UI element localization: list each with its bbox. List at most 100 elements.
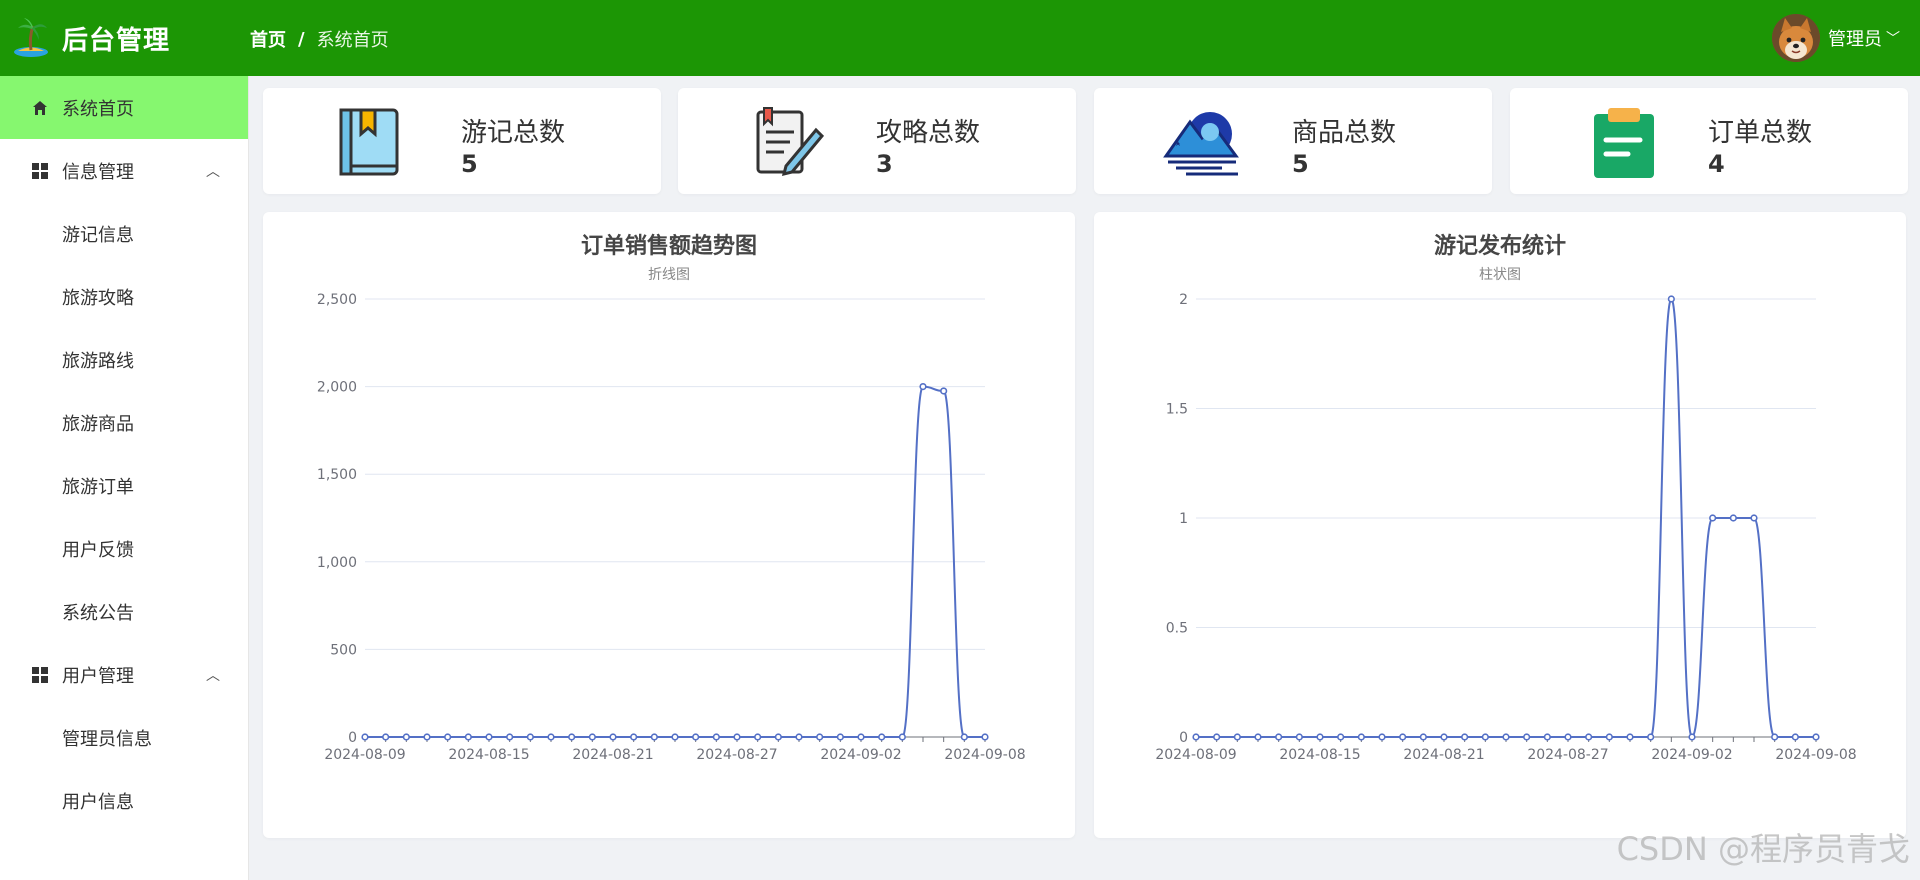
grid-icon [30, 161, 50, 181]
sidebar-item-announcements[interactable]: 系统公告 [0, 580, 248, 643]
stat-value: 3 [876, 150, 893, 178]
chevron-up-icon[interactable]: ︿ [206, 665, 220, 685]
x-tick-label: 2024-08-09 [324, 747, 405, 763]
data-point [754, 733, 762, 741]
data-point [1295, 733, 1303, 741]
y-tick-label: 2 [1179, 292, 1188, 308]
clipboard-icon [1594, 108, 1654, 178]
sidebar-item-travel-routes[interactable]: 旅游路线 [0, 328, 248, 391]
data-point [1399, 733, 1407, 741]
sidebar-item-label: 管理员信息 [62, 728, 152, 750]
sidebar-item-user-info[interactable]: 用户信息 [0, 769, 248, 832]
sidebar-item-label: 旅游订单 [62, 476, 134, 498]
x-tick-label: 2024-08-15 [1279, 747, 1360, 763]
data-point [1233, 733, 1241, 741]
sidebar-item-label: 旅游商品 [62, 413, 134, 435]
data-point [568, 733, 576, 741]
x-tick-label: 2024-08-27 [696, 747, 777, 763]
notepad-pen-icon [756, 107, 825, 177]
data-point [423, 733, 431, 741]
data-point [1626, 733, 1634, 741]
sidebar-item-travel-notes[interactable]: 游记信息 [0, 202, 248, 265]
data-point [774, 733, 782, 741]
data-point [795, 733, 803, 741]
chart-card-notes-published: 游记发布统计 柱状图 0 0.5 1 1.5 2 2024-08-09 2024-08-15… [1094, 212, 1906, 838]
sidebar-group-info-management[interactable]: 信息管理 ︿ [0, 139, 248, 202]
y-tick-label: 2,000 [317, 380, 357, 396]
data-point [1440, 733, 1448, 741]
data-point [1605, 733, 1613, 741]
data-point [1647, 733, 1655, 741]
sidebar-item-label: 用户反馈 [62, 539, 134, 561]
x-tick-label: 2024-09-08 [1775, 747, 1856, 763]
sidebar-item-label: 旅游攻略 [62, 287, 134, 309]
sidebar-item-label: 系统首页 [62, 98, 134, 120]
data-point [1192, 733, 1200, 741]
data-point [1502, 733, 1510, 741]
y-tick-label: 1 [1179, 511, 1188, 527]
data-point [650, 733, 658, 741]
x-tick-label: 2024-08-27 [1527, 747, 1608, 763]
y-tick-label: 1,000 [317, 555, 357, 571]
avatar[interactable] [1772, 14, 1820, 62]
y-tick-label: 0 [1179, 730, 1188, 746]
data-point [1585, 733, 1593, 741]
stat-label: 攻略总数 [876, 118, 981, 148]
sidebar-item-label: 游记信息 [62, 224, 134, 246]
user-name[interactable]: 管理员 [1828, 25, 1882, 51]
sidebar-group-user-management[interactable]: 用户管理 ︿ [0, 643, 248, 706]
user-menu[interactable]: 管理员 ﹀ [1772, 14, 1900, 62]
y-tick-label: 0 [348, 730, 357, 746]
breadcrumb-separator: / [298, 28, 305, 50]
data-point [1812, 733, 1820, 741]
stat-card-travel-notes: 游记总数 5 [263, 88, 661, 194]
palm-island-icon [14, 18, 48, 57]
data-point [382, 733, 390, 741]
data-point [526, 733, 534, 741]
app-logo[interactable]: 后台管理 [12, 18, 170, 58]
data-point [1378, 733, 1386, 741]
sidebar-item-home[interactable]: 系统首页 [0, 76, 248, 139]
app-title: 后台管理 [62, 25, 171, 56]
data-point [485, 733, 493, 741]
data-point [898, 733, 906, 741]
data-point [940, 387, 948, 395]
sidebar-item-travel-guides[interactable]: 旅游攻略 [0, 265, 248, 328]
data-point [609, 733, 617, 741]
data-point [733, 733, 741, 741]
data-point [588, 733, 596, 741]
stat-value: 5 [1292, 150, 1309, 178]
data-point [1729, 514, 1737, 522]
data-point [1564, 733, 1572, 741]
data-point [1709, 514, 1717, 522]
breadcrumb-home-link[interactable]: 首页 [250, 26, 286, 52]
sidebar-item-label: 用户管理 [62, 665, 134, 687]
data-point [692, 733, 700, 741]
data-point [1791, 733, 1799, 741]
breadcrumb-current: 系统首页 [316, 30, 389, 51]
x-tick-label: 2024-09-08 [944, 747, 1025, 763]
x-tick-label: 2024-09-02 [1651, 747, 1732, 763]
data-point [836, 733, 844, 741]
data-point [878, 733, 886, 741]
sidebar-item-travel-orders[interactable]: 旅游订单 [0, 454, 248, 517]
sidebar-item-admin-info[interactable]: 管理员信息 [0, 706, 248, 769]
watermark: CSDN @程序员青戈 [1616, 830, 1910, 868]
shiba-avatar-icon [1772, 14, 1820, 62]
data-point [506, 733, 514, 741]
data-point [1213, 733, 1221, 741]
stat-value: 5 [461, 150, 478, 178]
data-point [671, 733, 679, 741]
stat-card-products: 商品总数 5 [1094, 88, 1492, 194]
chevron-up-icon[interactable]: ︿ [206, 161, 220, 181]
data-point [1481, 733, 1489, 741]
sidebar-item-travel-products[interactable]: 旅游商品 [0, 391, 248, 454]
chevron-down-icon[interactable]: ﹀ [1886, 28, 1900, 48]
data-point [857, 733, 865, 741]
data-point [816, 733, 824, 741]
data-point [919, 383, 927, 391]
sidebar-item-user-feedback[interactable]: 用户反馈 [0, 517, 248, 580]
mountain-icon [1163, 112, 1239, 176]
x-tick-label: 2024-08-21 [572, 747, 653, 763]
data-point [1337, 733, 1345, 741]
